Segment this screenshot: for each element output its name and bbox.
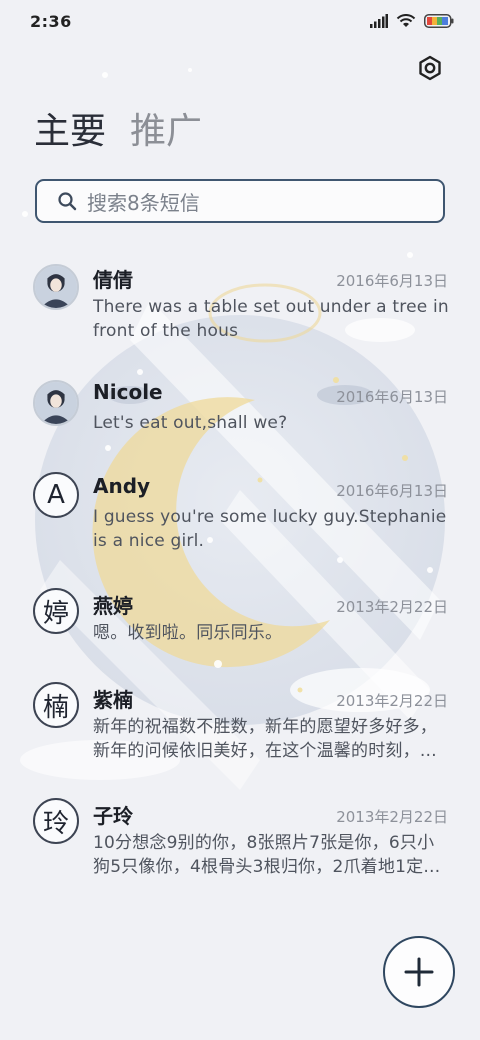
avatar: [33, 264, 79, 310]
list-item[interactable]: 楠 紫楠 2013年2月22日 新年的祝福数不胜数，新年的愿望好多好多，新年的问…: [0, 682, 480, 778]
avatar-letter: 玲: [42, 808, 69, 839]
wifi-icon: [396, 14, 416, 27]
message-date: 2013年2月22日: [336, 598, 448, 616]
list-item[interactable]: 婷 燕婷 2013年2月22日 嗯。收到啦。同乐同乐。: [0, 588, 480, 660]
list-item[interactable]: A Andy 2016年6月13日 I guess you're some lu…: [0, 472, 480, 568]
avatar: A: [33, 472, 79, 518]
contact-name: 紫楠: [93, 688, 133, 712]
search-placeholder: 搜索8条短信: [87, 190, 200, 215]
message-preview: There was a table set out under a tree i…: [93, 297, 449, 341]
tab-primary[interactable]: 主要: [34, 108, 106, 156]
message-date: 2016年6月13日: [336, 482, 448, 500]
signal-icon: [370, 14, 388, 28]
search-input[interactable]: 搜索8条短信: [35, 179, 445, 223]
list-item[interactable]: 玲 子玲 2013年2月22日 10分想念9别的你，8张照片7张是你，6只小狗5…: [0, 798, 480, 894]
message-preview: 嗯。收到啦。同乐同乐。: [93, 623, 283, 643]
message-date: 2016年6月13日: [336, 272, 448, 290]
avatar-letter: A: [47, 480, 65, 510]
contact-name: 倩倩: [93, 268, 133, 292]
avatar: [33, 380, 79, 426]
search-icon: [58, 192, 77, 211]
avatar: 玲: [33, 798, 79, 844]
avatar: 楠: [33, 682, 79, 728]
settings-button[interactable]: [414, 52, 446, 84]
status-time: 2:36: [30, 11, 72, 31]
message-preview: 新年的祝福数不胜数，新年的愿望好多好多，新年的问候依旧美好，在这个温馨的时刻，…: [93, 717, 437, 761]
status-bar: 2:36: [0, 0, 480, 42]
contact-name: 子玲: [93, 804, 133, 828]
gear-icon: [419, 55, 441, 81]
user-photo-icon: [35, 266, 77, 308]
tab-bar: 主要 推广: [34, 108, 202, 156]
avatar-letter: 婷: [42, 598, 69, 629]
user-photo-icon: [35, 382, 77, 424]
message-preview: Let's eat out,shall we?: [93, 413, 288, 433]
avatar: 婷: [33, 588, 79, 634]
battery-icon: [424, 14, 454, 28]
message-date: 2016年6月13日: [336, 388, 448, 406]
contact-name: Andy: [93, 474, 151, 498]
contact-name: 燕婷: [93, 594, 133, 618]
contact-name: Nicole: [93, 380, 163, 404]
status-icons: [370, 14, 454, 28]
list-item[interactable]: 倩倩 2016年6月13日 There was a table set out …: [0, 262, 480, 358]
list-item[interactable]: Nicole 2016年6月13日 Let's eat out,shall we…: [0, 378, 480, 450]
tab-promotions[interactable]: 推广: [130, 108, 202, 156]
message-preview: 10分想念9别的你，8张照片7张是你，6只小狗5只像你，4根骨头3根归你，2爪着…: [93, 833, 441, 877]
avatar-letter: 楠: [42, 692, 69, 723]
plus-icon: [404, 957, 434, 987]
new-message-button[interactable]: [383, 936, 455, 1008]
message-date: 2013年2月22日: [336, 692, 448, 710]
message-date: 2013年2月22日: [336, 808, 448, 826]
message-preview: I guess you're some lucky guy.Stephanie …: [93, 507, 447, 551]
